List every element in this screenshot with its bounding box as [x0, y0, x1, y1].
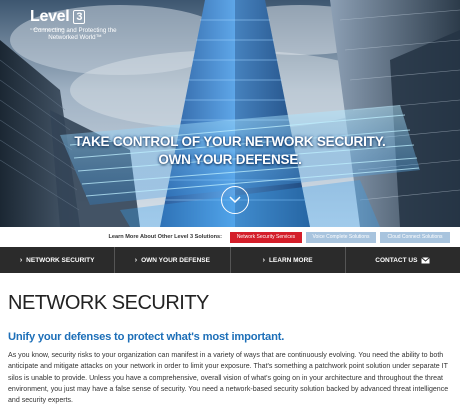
chevron-right-icon: › — [19, 256, 23, 264]
nav-item-own-your-defense[interactable]: › OWN YOUR DEFENSE — [115, 247, 231, 273]
logo-number: 3 — [73, 10, 86, 24]
nav-item-label: NETWORK SECURITY — [26, 256, 95, 264]
cloud-connect-solutions-button[interactable]: Cloud Connect Solutions — [380, 231, 450, 243]
logo-word: Level — [30, 8, 70, 25]
nav-item-network-security[interactable]: › NETWORK SECURITY — [0, 247, 116, 273]
hero-headline-line1: TAKE CONTROL OF YOUR NETWORK SECURITY. — [74, 134, 386, 149]
chevron-right-icon: › — [134, 256, 138, 264]
section-subheading: Unify your defenses to protect what's mo… — [8, 331, 285, 343]
nav-item-label: OWN YOUR DEFENSE — [141, 256, 210, 264]
solutions-strip: Learn More About Other Level 3 Solutions… — [0, 227, 460, 247]
nav-item-label: CONTACT US — [375, 256, 418, 264]
scroll-down-button[interactable] — [221, 186, 249, 214]
hero-headline: TAKE CONTROL OF YOUR NETWORK SECURITY. O… — [0, 133, 460, 169]
voice-complete-solutions-button[interactable]: Voice Complete Solutions — [306, 231, 376, 243]
nav-item-label: LEARN MORE — [268, 256, 313, 264]
chevron-right-icon: › — [262, 256, 265, 264]
network-security-services-button[interactable]: Network Security Services — [230, 231, 302, 243]
envelope-icon — [421, 256, 431, 263]
nav-item-contact-us[interactable]: CONTACT US — [346, 247, 460, 273]
brand-tagline: Connecting and Protecting the Networked … — [33, 27, 117, 41]
nav-item-learn-more[interactable]: › LEARN MORE — [231, 247, 346, 273]
solutions-label: Learn More About Other Level 3 Solutions… — [108, 234, 222, 240]
page-title: NETWORK SECURITY — [8, 292, 209, 314]
intro-paragraph: As you know, security risks to your orga… — [8, 352, 449, 405]
hero-headline-line2: OWN YOUR DEFENSE. — [158, 152, 302, 167]
logo-wordmark: Level 3 — [30, 8, 120, 26]
section-nav: › NETWORK SECURITY › OWN YOUR DEFENSE › … — [0, 247, 460, 273]
hero-banner: Level 3 COMMUNICATIONS Connecting and Pro… — [0, 0, 460, 227]
chevron-down-icon — [229, 196, 241, 204]
